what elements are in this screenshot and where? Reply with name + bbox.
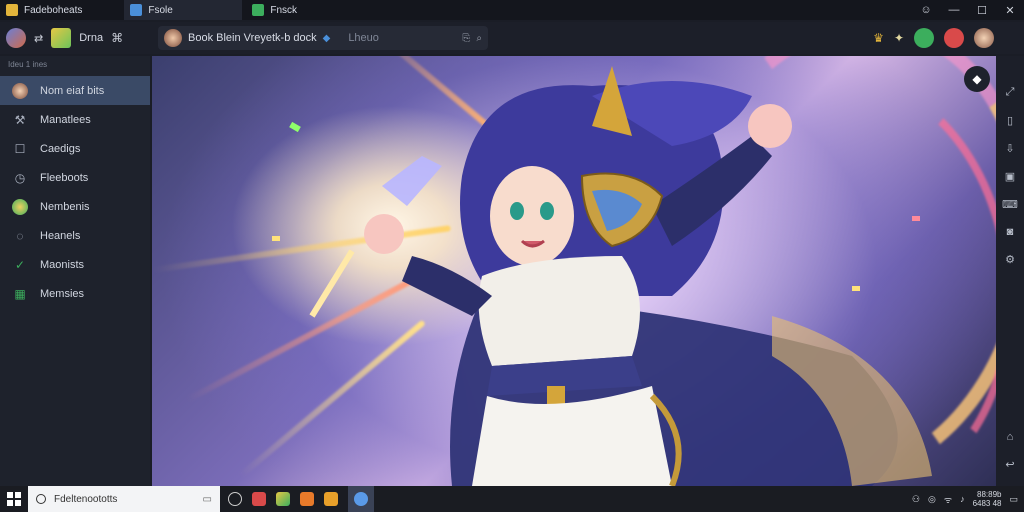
- wifi-icon[interactable]: ᯤ: [944, 493, 952, 506]
- system-tray: ⚇ ◎ ᯤ ♪ 88:89b 6483 48 ▭: [912, 490, 1024, 508]
- drop-icon: ◆: [322, 32, 331, 44]
- toolbar: ⇄ Drna ⌘ Book Blein Vreyetk-b dock ◆ Lhe…: [0, 22, 1024, 54]
- character-illustration: [272, 66, 932, 486]
- trophy-icon[interactable]: ♛: [873, 31, 884, 45]
- toolbar-label: Drna: [79, 32, 104, 44]
- mic-icon[interactable]: ▭: [203, 494, 212, 505]
- fullscreen-button[interactable]: ◆: [964, 66, 990, 92]
- address-text: Book Blein Vreyetk-b dock: [188, 32, 317, 44]
- app-orange-icon[interactable]: [300, 492, 314, 506]
- clock-date: 6483 48: [972, 499, 1002, 508]
- settings-icon[interactable]: ⚙: [1005, 253, 1015, 266]
- globe-icon: [12, 198, 28, 215]
- taskbar: Fdeltenoototts ▭ ⚇ ◎ ᯤ ♪ 88:89b 6483 48 …: [0, 486, 1024, 512]
- window-controls: ☺ — ☐ ✕: [912, 4, 1024, 17]
- app-red-icon[interactable]: [252, 492, 266, 506]
- expand-icon[interactable]: ⤢: [1006, 86, 1015, 99]
- leaf-icon: [252, 4, 265, 16]
- tab-label: Fsole: [148, 4, 173, 16]
- clock[interactable]: 88:89b 6483 48: [973, 490, 1002, 508]
- sidebar-item-1[interactable]: ⚒ Manatlees: [0, 105, 150, 134]
- profile-icon[interactable]: [6, 28, 26, 48]
- game-icon: [6, 4, 18, 16]
- close-button[interactable]: ✕: [996, 4, 1024, 17]
- avatar-icon: [164, 29, 182, 47]
- phone-icon[interactable]: ▯: [1007, 114, 1013, 127]
- sidebar: Ideu 1 ines Nom eiaf bits ⚒ Manatlees ☐ …: [0, 56, 150, 486]
- sidebar-item-label: Nom eiaf bits: [40, 84, 105, 97]
- tab-fadeboheats[interactable]: Fadeboheats: [0, 0, 88, 20]
- screenshot-icon[interactable]: ▣: [1005, 170, 1015, 183]
- taskbar-apps: [228, 486, 374, 512]
- sidebar-heading: Ideu 1 ines: [8, 60, 48, 69]
- download-icon[interactable]: ⇩: [1005, 142, 1014, 155]
- feedback-icon[interactable]: ☺: [912, 4, 940, 17]
- search-icon: [36, 494, 46, 504]
- start-button[interactable]: [0, 492, 28, 506]
- minimize-button[interactable]: —: [940, 4, 968, 17]
- task-view-icon[interactable]: [228, 492, 242, 506]
- red-badge-icon[interactable]: [944, 28, 964, 48]
- tools-icon: ⚒: [14, 112, 26, 127]
- sidebar-item-label: Nembenis: [40, 200, 90, 213]
- sidebar-item-label: Fleeboots: [40, 171, 89, 184]
- address-bar[interactable]: Book Blein Vreyetk-b dock ◆ Lheuo ⎘ ⌕: [158, 26, 488, 50]
- volume-icon[interactable]: ♪: [960, 494, 965, 504]
- grid-icon: ▦: [14, 286, 26, 301]
- clock-time: 88:89b: [977, 490, 1002, 499]
- sidebar-item-label: Heanels: [40, 229, 81, 242]
- app-active[interactable]: [348, 486, 374, 512]
- keyboard-icon[interactable]: ⌨: [1002, 198, 1018, 211]
- people-icon[interactable]: ⚇: [912, 494, 920, 505]
- sidebar-item-label: Memsies: [40, 287, 85, 300]
- user-avatar[interactable]: [974, 28, 994, 48]
- game-thumb-icon[interactable]: [51, 28, 72, 48]
- search-placeholder: Fdeltenoototts: [54, 493, 118, 505]
- taskbar-search[interactable]: Fdeltenoototts ▭: [28, 486, 220, 512]
- windows-icon: [7, 492, 21, 506]
- app-folder-icon[interactable]: [324, 492, 338, 506]
- app-blue-icon: [354, 492, 368, 506]
- search-icon[interactable]: ⌕: [476, 33, 482, 44]
- square-icon: ☐: [14, 141, 26, 156]
- sidebar-item-7[interactable]: ▦ Memsies: [0, 279, 150, 308]
- sidebar-item-label: Caedigs: [40, 142, 81, 155]
- toolbar-left: ⇄ Drna ⌘: [0, 28, 152, 48]
- sidebar-item-2[interactable]: ☐ Caedigs: [0, 134, 150, 163]
- right-rail: ⤢ ▯ ⇩ ▣ ⌨ ◙ ⚙ ⌂ ↩: [996, 56, 1024, 486]
- title-bar: Fadeboheats Fsole Fnsck ☺ — ☐ ✕: [0, 0, 1024, 20]
- share-icon[interactable]: ⇄: [34, 32, 43, 45]
- sidebar-item-label: Manatlees: [40, 113, 91, 126]
- copy-icon[interactable]: ⎘: [462, 33, 470, 44]
- sidebar-item-5[interactable]: ◌ Heanels: [0, 221, 150, 250]
- app-chrome-icon[interactable]: [276, 492, 290, 506]
- toolbar-right: ♛ ✦: [873, 28, 1024, 48]
- home-icon[interactable]: ⌂: [1007, 431, 1014, 443]
- circle-icon: ◌: [16, 228, 24, 243]
- back-icon[interactable]: ↩: [1005, 458, 1014, 471]
- tab-label: Fadeboheats: [24, 4, 83, 16]
- clock-icon: ◷: [14, 170, 26, 185]
- pin-icon[interactable]: ⌘: [111, 31, 123, 45]
- tab-fsole[interactable]: Fsole: [124, 0, 243, 20]
- artwork-viewer[interactable]: ◆: [152, 56, 996, 486]
- camera-icon[interactable]: ◙: [1007, 226, 1014, 238]
- sidebar-item-0[interactable]: Nom eiaf bits: [0, 76, 150, 105]
- notification-icon[interactable]: ▭: [1009, 494, 1018, 505]
- app-icon: [130, 4, 143, 16]
- sidebar-item-label: Maonists: [40, 258, 85, 271]
- green-badge-icon[interactable]: [914, 28, 934, 48]
- tab-fnsck[interactable]: Fnsck: [246, 0, 303, 20]
- maximize-button[interactable]: ☐: [968, 4, 996, 17]
- avatar-icon: [12, 82, 28, 99]
- sidebar-item-4[interactable]: Nembenis: [0, 192, 150, 221]
- network-icon[interactable]: ◎: [928, 494, 936, 505]
- sidebar-item-3[interactable]: ◷ Fleeboots: [0, 163, 150, 192]
- sidebar-item-6[interactable]: ✓ Maonists: [0, 250, 150, 279]
- address-actions: ⎘ ⌕: [462, 33, 482, 44]
- address-hint: Lheuo: [348, 32, 379, 44]
- check-icon: ✓: [14, 257, 26, 272]
- tab-label: Fnsck: [270, 4, 298, 16]
- puzzle-icon[interactable]: ✦: [894, 31, 904, 45]
